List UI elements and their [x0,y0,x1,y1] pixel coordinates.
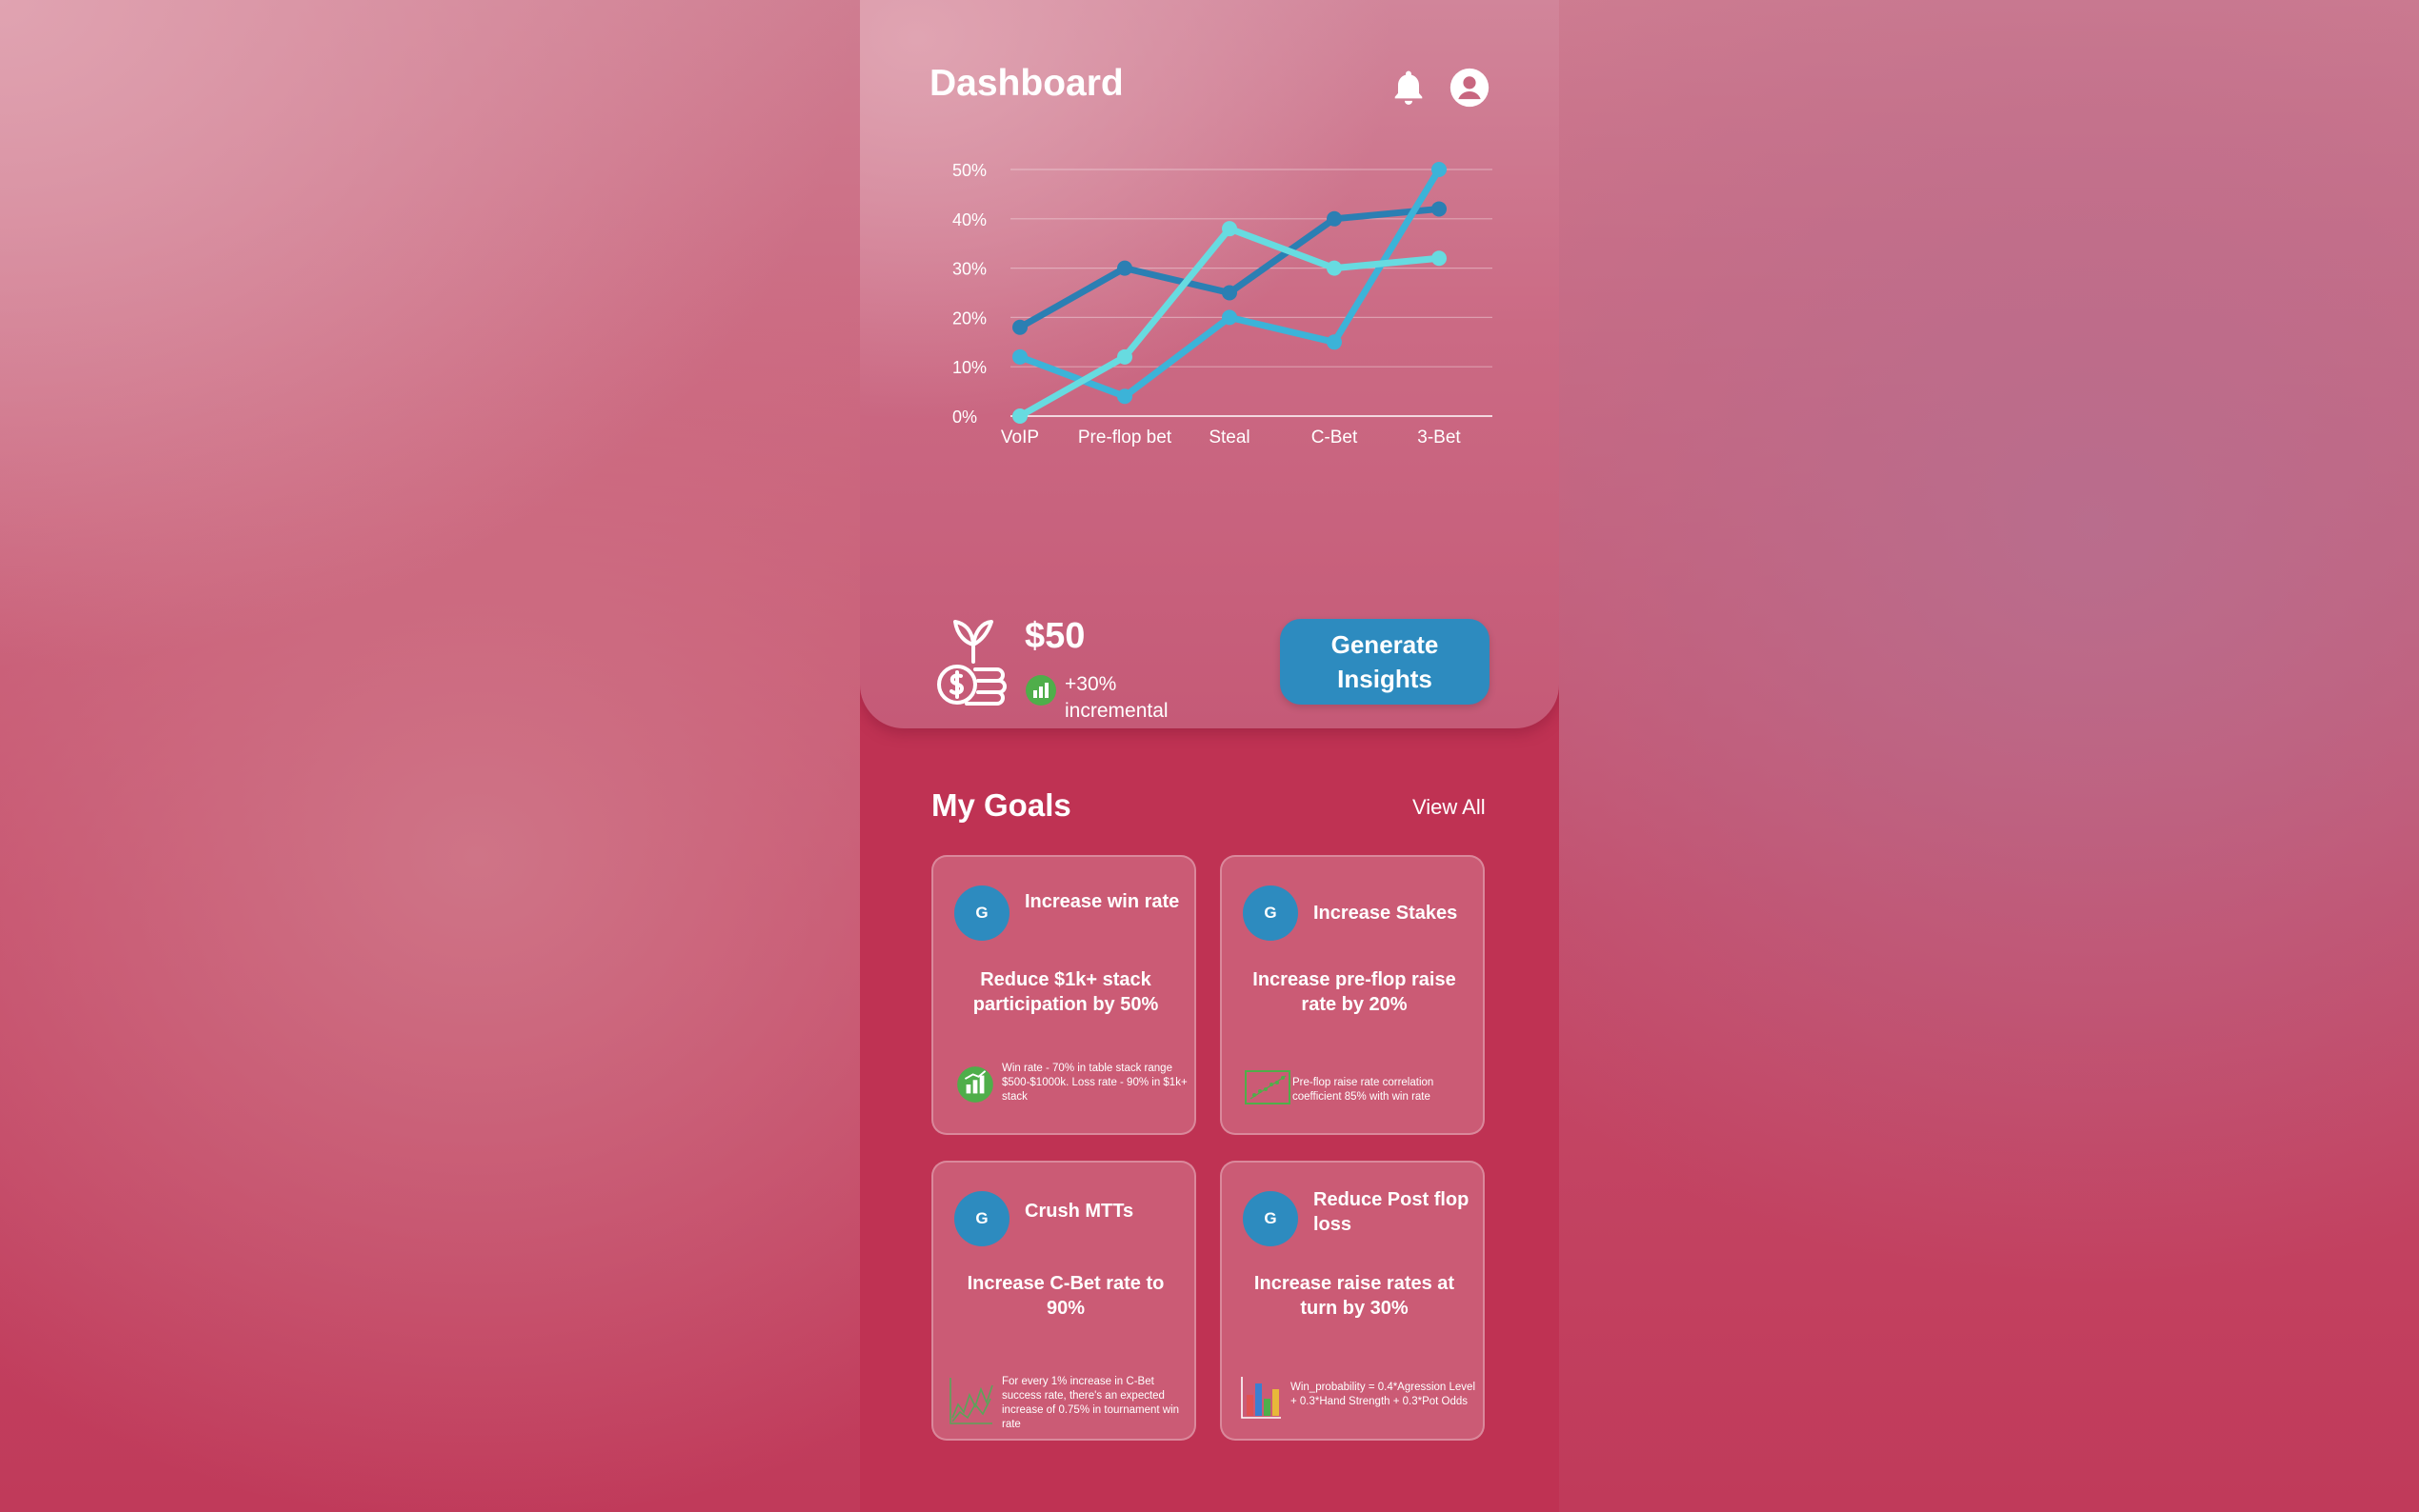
goals-section-title: My Goals [931,787,1071,823]
bar-chart-up-icon [957,1066,993,1103]
goal-card-crush-mtts[interactable]: G Crush MTTs Increase C-Bet rate to 90% … [931,1161,1196,1441]
data-point [1222,285,1237,301]
data-point [1117,260,1132,276]
goal-badge: G [954,885,1010,941]
performance-line-chart: 0% 10% 20% 30% 40% 50% VoIP Pre-flop bet Steal C-… [952,161,1492,448]
goal-target: Increase pre-flop raise rate by 20% [1252,969,1456,1015]
y-tick-label: 50% [952,161,987,180]
bar-chart-up-icon [1026,675,1056,706]
data-point [1012,408,1028,424]
goal-badge: G [1243,885,1298,941]
goal-insight-note: For every 1% increase in C-Bet success r… [1002,1376,1180,1430]
page-title: Dashboard [930,63,1124,104]
x-tick-label: Pre-flop bet [1078,428,1172,448]
goal-badge: G [954,1191,1010,1246]
data-point [1327,210,1342,227]
earnings-amount: $50 [1025,616,1086,656]
data-point [1222,221,1237,237]
goal-name: Increase Stakes [1313,903,1458,924]
view-all-goals-link[interactable]: View All [1412,795,1486,820]
money-plant-icon [937,620,1007,706]
goal-insight-note: Win_probability = 0.4*Agression Level + … [1290,1382,1476,1407]
y-tick-label: 40% [952,210,987,229]
data-point [1012,319,1028,335]
data-point [1327,260,1342,276]
mobile-app-screen: Dashboard 0% 10% 20% 30% 40% 50% VoIP Pre-flop … [860,0,1559,1512]
goal-target: Increase C-Bet rate to 90% [967,1273,1165,1319]
goal-name: Crush MTTs [1025,1201,1134,1222]
goal-badge: G [1243,1191,1298,1246]
goal-card-reduce-post-flop-loss[interactable]: G Reduce Post flop loss Increase raise r… [1220,1161,1485,1441]
data-point [1222,309,1237,326]
earnings-change-label: incremental [1065,700,1169,722]
x-tick-label: C-Bet [1311,428,1358,448]
y-tick-label: 0% [952,408,977,427]
data-point [1327,334,1342,350]
scatter-plot-icon [1245,1070,1290,1104]
goal-insight-note: Win rate - 70% in table stack range $500… [1002,1063,1188,1103]
x-tick-label: 3-Bet [1417,428,1461,448]
data-point [1431,162,1447,177]
dashboard-hero-panel: Dashboard 0% 10% 20% 30% 40% 50% VoIP Pre-flop … [860,0,1559,728]
goal-insight-note: Pre-flop raise rate correlation coeffici… [1292,1077,1434,1103]
y-tick-label: 20% [952,308,987,328]
user-circle-icon[interactable] [1449,67,1490,109]
earnings-change: +30% incremental [1065,671,1217,725]
data-point [1117,348,1132,365]
y-tick-label: 30% [952,260,987,279]
bell-icon[interactable] [1388,67,1429,109]
data-point [1117,388,1132,405]
data-point [1431,201,1447,217]
generate-insights-button[interactable]: Generate Insights [1280,619,1489,705]
goal-target: Reduce $1k+ stack participation by 50% [972,969,1159,1015]
3d-bar-chart-icon [1241,1377,1281,1419]
series-line-1 [1016,166,1443,400]
x-tick-label: VoIP [1001,428,1039,448]
line-chart-icon [950,1378,993,1424]
data-point [1431,250,1447,267]
goal-card-increase-win-rate[interactable]: G Increase win rate Reduce $1k+ stack pa… [931,855,1196,1135]
y-tick-label: 10% [952,358,987,377]
x-tick-label: Steal [1209,428,1249,448]
goal-card-increase-stakes[interactable]: G Increase Stakes Increase pre-flop rais… [1220,855,1485,1135]
goal-target: Increase raise rates at turn by 30% [1253,1273,1455,1319]
goal-name: Reduce Post flop loss [1313,1189,1469,1235]
data-point [1012,348,1028,365]
goal-name: Increase win rate [1025,891,1180,912]
earnings-change-value: +30% [1065,673,1117,695]
